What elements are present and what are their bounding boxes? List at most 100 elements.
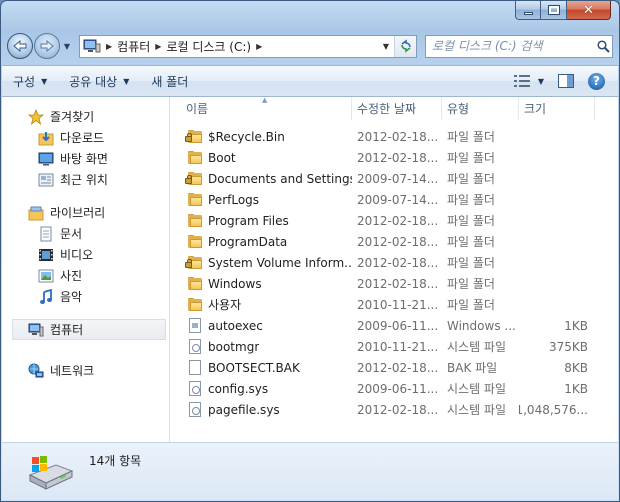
file-row[interactable]: $Recycle.Bin 2012-02-18... 파일 폴더: [170, 126, 618, 147]
preview-pane-icon: [558, 74, 574, 88]
forward-button[interactable]: [34, 33, 60, 59]
sidebar-item-pictures[interactable]: 사진: [2, 265, 169, 286]
file-row[interactable]: Documents and Settings 2009-07-14... 파일 폴더: [170, 168, 618, 189]
sidebar-item-videos[interactable]: 비디오: [2, 244, 169, 265]
file-list: $Recycle.Bin 2012-02-18... 파일 폴더 Boot 2012-0…: [170, 120, 618, 420]
preview-pane-button[interactable]: [553, 70, 579, 92]
file-name-cell: System Volume Inform...: [170, 252, 352, 273]
sidebar-item-libraries[interactable]: 라이브러리: [2, 202, 169, 223]
item-count: 14개 항목: [89, 454, 142, 468]
sidebar-item-label: 라이브러리: [50, 206, 106, 220]
sidebar-item-favorites[interactable]: 즐겨찾기: [2, 106, 169, 127]
file-row[interactable]: Program Files 2012-02-18... 파일 폴더: [170, 210, 618, 231]
locked-folder-icon: [185, 255, 203, 271]
file-list-pane: ▲ 이름 수정한 날짜 유형 크기 $Recycle.Bin 2012-02-18…: [170, 97, 618, 442]
new-folder-button[interactable]: 새 폴더: [140, 66, 199, 96]
search-icon[interactable]: [594, 39, 612, 53]
breadcrumb-computer[interactable]: 컴퓨터: [114, 36, 153, 57]
column-header-type[interactable]: 유형: [442, 97, 519, 120]
file-size: 1KB: [564, 381, 588, 396]
file-type: 시스템 파일: [447, 340, 507, 354]
sidebar-item-label: 바탕 화면: [60, 152, 108, 166]
search-box[interactable]: [425, 34, 613, 58]
file-row[interactable]: Windows 2012-02-18... 파일 폴더: [170, 273, 618, 294]
sidebar-item-recent-places[interactable]: 최근 위치: [2, 169, 169, 190]
details-view-icon: [513, 75, 530, 87]
network-icon: [28, 363, 44, 379]
file-date: 2009-06-11...: [357, 381, 439, 396]
address-bar[interactable]: ▶ 컴퓨터 ▶ 로컬 디스크 (C:) ▶ ▼: [79, 34, 417, 58]
back-button[interactable]: [7, 33, 33, 59]
maximize-button[interactable]: [541, 1, 567, 20]
search-input[interactable]: [432, 39, 594, 53]
sidebar-item-network[interactable]: 네트워크: [2, 360, 169, 381]
column-header-name[interactable]: ▲ 이름: [170, 97, 352, 120]
dropdown-arrow-icon: ▼: [123, 76, 130, 86]
file-row[interactable]: BOOTSECT.BAK 2012-02-18... BAK 파일 8KB: [170, 357, 618, 378]
system-file-icon: [187, 338, 203, 355]
folder-icon: [187, 276, 203, 292]
system-file-icon: [187, 380, 203, 397]
file-name-cell: 사용자: [170, 294, 352, 315]
share-with-menu[interactable]: 공유 대상 ▼: [58, 66, 140, 96]
organize-menu[interactable]: 구성 ▼: [2, 66, 58, 96]
refresh-button[interactable]: [394, 35, 416, 57]
sidebar-item-downloads[interactable]: 다운로드: [2, 127, 169, 148]
folder-icon: [187, 297, 203, 313]
file-row[interactable]: bootmgr 2010-11-21... 시스템 파일 375KB: [170, 336, 618, 357]
file-size: [519, 252, 595, 273]
file-row[interactable]: config.sys 2009-06-11... 시스템 파일 1KB: [170, 378, 618, 399]
file-size: 1,048,576...: [519, 402, 588, 417]
downloads-folder-icon: [38, 130, 54, 146]
file-row[interactable]: 사용자 2010-11-21... 파일 폴더: [170, 294, 618, 315]
sidebar-item-desktop[interactable]: 바탕 화면: [2, 148, 169, 169]
file-row[interactable]: ProgramData 2012-02-18... 파일 폴더: [170, 231, 618, 252]
breadcrumb-separator-icon[interactable]: ▶: [153, 42, 163, 51]
command-bar-right: ▼ ?: [509, 66, 618, 96]
column-header-size[interactable]: 크기: [519, 97, 595, 120]
sidebar-item-label: 컴퓨터: [50, 323, 84, 337]
address-history-dropdown[interactable]: ▼: [378, 42, 394, 51]
file-row[interactable]: Boot 2012-02-18... 파일 폴더: [170, 147, 618, 168]
drive-icon: [26, 451, 74, 493]
file-type: 파일 폴더: [447, 151, 495, 165]
computer-icon: [28, 322, 44, 338]
file-row[interactable]: autoexec 2009-06-11... Windows ... 1KB: [170, 315, 618, 336]
file-size: [519, 147, 595, 168]
folder-icon: [187, 234, 203, 250]
file-size: [519, 189, 595, 210]
file-row[interactable]: pagefile.sys 2012-02-18... 시스템 파일 1,048,576…: [170, 399, 618, 420]
sidebar-item-documents[interactable]: 문서: [2, 223, 169, 244]
column-header-date[interactable]: 수정한 날짜: [352, 97, 442, 120]
view-options-button[interactable]: ▼: [509, 70, 549, 92]
file-name: autoexec: [208, 318, 263, 333]
minimize-button[interactable]: [515, 1, 541, 20]
column-headers: ▲ 이름 수정한 날짜 유형 크기: [170, 97, 618, 120]
file-row[interactable]: System Volume Inform... 2012-02-18... 파일 폴…: [170, 252, 618, 273]
sidebar-item-computer[interactable]: 컴퓨터: [12, 319, 166, 340]
breadcrumb-separator-icon[interactable]: ▶: [104, 42, 114, 51]
file-size: [519, 231, 595, 252]
batch-file-icon: [187, 317, 203, 334]
file-name-cell: config.sys: [170, 378, 352, 399]
sort-ascending-icon: ▲: [262, 97, 268, 104]
breadcrumb-separator-icon[interactable]: ▶: [254, 42, 264, 51]
file-type: 파일 폴더: [447, 172, 495, 186]
file-name: bootmgr: [208, 339, 260, 354]
recent-pages-dropdown[interactable]: ▼: [61, 42, 73, 51]
sidebar-item-music[interactable]: 음악: [2, 286, 169, 307]
close-button[interactable]: ✕: [567, 1, 611, 20]
file-row[interactable]: PerfLogs 2009-07-14... 파일 폴더: [170, 189, 618, 210]
help-icon: ?: [588, 72, 605, 90]
file-name-cell: Windows: [170, 273, 352, 294]
command-bar: 구성 ▼ 공유 대상 ▼ 새 폴더 ▼ ?: [2, 65, 618, 97]
desktop-icon: [38, 151, 54, 167]
file-name: PerfLogs: [208, 192, 260, 207]
back-arrow-icon: [13, 40, 27, 52]
help-button[interactable]: ?: [583, 70, 610, 92]
dropdown-arrow-icon: ▼: [41, 76, 48, 86]
breadcrumb-local-disk[interactable]: 로컬 디스크 (C:): [163, 36, 254, 57]
file-date: 2009-07-14...: [357, 192, 439, 207]
